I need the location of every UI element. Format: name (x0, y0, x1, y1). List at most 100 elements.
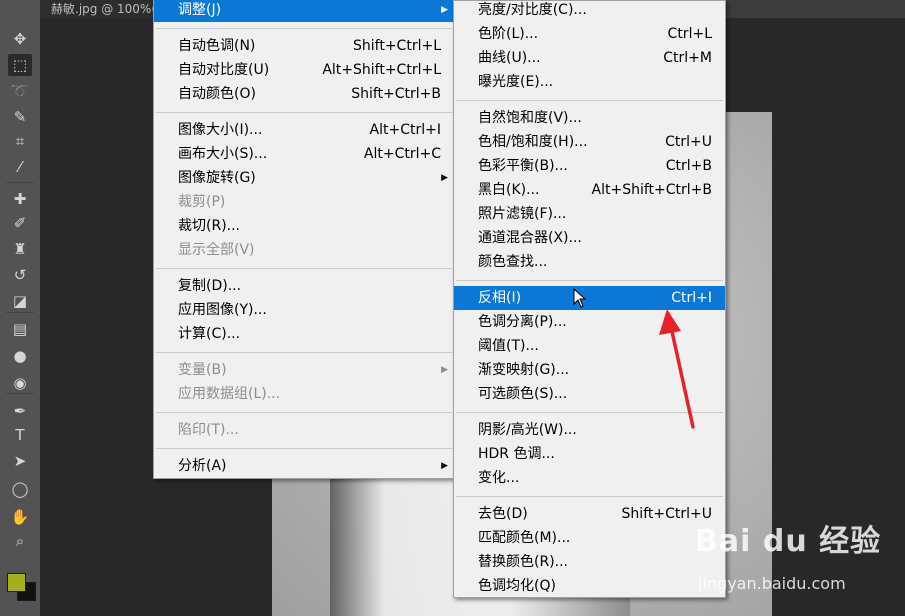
quick-select-icon[interactable]: ✎ (8, 106, 32, 128)
menu-item-label: 替换颜色(R)... (478, 554, 569, 570)
menu-item[interactable]: 裁切(R)... (154, 214, 454, 238)
menu-item-label: 色调均化(Q) (478, 578, 556, 594)
menu-item[interactable]: 画布大小(S)... Alt+Ctrl+C (154, 142, 454, 166)
lasso-icon[interactable]: ➰ (8, 80, 32, 102)
clone-stamp-icon[interactable]: ♜ (8, 238, 32, 260)
menu-item-shortcut: Shift+Ctrl+B (351, 86, 441, 102)
menu-separator (156, 412, 452, 413)
hand-icon[interactable]: ✋ (8, 506, 32, 528)
menu-item-shortcut: Ctrl+U (665, 134, 712, 150)
zoom-icon[interactable]: ⌕ (8, 530, 32, 552)
menu-item[interactable]: 通道混合器(X)... (454, 226, 725, 250)
menu-item[interactable]: HDR 色调... (454, 442, 725, 466)
menu-item[interactable]: 去色(D) Shift+Ctrl+U (454, 502, 725, 526)
menu-item[interactable]: 计算(C)... (154, 322, 454, 346)
type-icon[interactable]: T (8, 424, 32, 446)
menu-item: 陷印(T)... (154, 418, 454, 442)
dodge-icon[interactable]: ◉ (8, 372, 32, 394)
menu-item-label: 匹配颜色(M)... (478, 530, 571, 546)
ellipse-icon[interactable]: ◯ (8, 478, 32, 500)
blur-icon[interactable]: ● (8, 345, 32, 367)
healing-brush-icon[interactable]: ✚ (8, 188, 32, 210)
watermark-url: jingyan.baidu.com (698, 574, 846, 593)
menu-item[interactable]: 色调均化(Q) (454, 574, 725, 598)
menu-item-label: 画布大小(S)... (178, 146, 268, 162)
menu-separator (156, 448, 452, 449)
menu-item[interactable]: 自动对比度(U) Alt+Shift+Ctrl+L (154, 58, 454, 82)
menu-item-label: 黑白(K)... (478, 182, 540, 198)
menu-item[interactable]: 应用图像(Y)... (154, 298, 454, 322)
menu-item[interactable]: 复制(D)... (154, 274, 454, 298)
tool-divider (6, 312, 34, 313)
menu-item-label: 自动色调(N) (178, 38, 256, 54)
menu-separator (156, 28, 452, 29)
menu-item[interactable]: 自动颜色(O) Shift+Ctrl+B (154, 82, 454, 106)
menu-item-label: 图像大小(I)... (178, 122, 263, 138)
document-tab[interactable]: 赫敏.jpg @ 100%( (40, 0, 164, 18)
eraser-icon[interactable]: ◪ (8, 290, 32, 312)
menu-item[interactable]: 照片滤镜(F)... (454, 202, 725, 226)
crop-icon[interactable]: ⌗ (8, 130, 32, 152)
menu-item-shortcut: Alt+Ctrl+C (363, 146, 441, 162)
menu-item[interactable]: 曝光度(E)... (454, 70, 725, 94)
menu-item-label: 应用数据组(L)... (178, 386, 281, 402)
menu-separator (456, 100, 723, 101)
menu-item[interactable]: 颜色查找... (454, 250, 725, 274)
submenu-arrow-icon: ▶ (441, 461, 448, 471)
menu-separator (156, 268, 452, 269)
eyedropper-icon[interactable]: ⁄ (8, 156, 32, 178)
submenu-arrow-icon: ▶ (441, 365, 448, 375)
adjustments-submenu: 亮度/对比度(C)... 色阶(L)... Ctrl+L 曲线(U)... Ctrl+M… (453, 0, 726, 598)
menu-item-label: 应用图像(Y)... (178, 302, 267, 318)
menu-item-label: 变化... (478, 470, 520, 486)
menu-item[interactable]: 亮度/对比度(C)... (454, 0, 725, 22)
menu-item-shortcut: Shift+Ctrl+L (353, 38, 441, 54)
path-select-icon[interactable]: ➤ (8, 450, 32, 472)
menu-item-shortcut: Alt+Ctrl+I (369, 122, 441, 138)
menu-item: 显示全部(V) (154, 238, 454, 262)
menu-item[interactable]: 图像旋转(G) ▶ (154, 166, 454, 190)
menu-item-label: 自然饱和度(V)... (478, 110, 582, 126)
menu-item-label: 裁剪(P) (178, 194, 226, 210)
menu-item[interactable]: 黑白(K)... Alt+Shift+Ctrl+B (454, 178, 725, 202)
menu-item[interactable]: 匹配颜色(M)... (454, 526, 725, 550)
menu-item[interactable]: 自然饱和度(V)... (454, 106, 725, 130)
menu-item[interactable]: 替换颜色(R)... (454, 550, 725, 574)
menu-item-label: 反相(I) (478, 290, 522, 306)
menu-item-label: 自动颜色(O) (178, 86, 256, 102)
menu-item[interactable]: 色彩平衡(B)... Ctrl+B (454, 154, 725, 178)
menu-item-shortcut: Ctrl+M (663, 50, 712, 66)
menu-item[interactable]: 自动色调(N) Shift+Ctrl+L (154, 34, 454, 58)
menu-item[interactable]: 变化... (454, 466, 725, 490)
submenu-arrow-icon: ▶ (441, 173, 448, 183)
menu-item-label: 色阶(L)... (478, 26, 539, 42)
move-icon[interactable]: ✥ (8, 28, 32, 50)
menu-item[interactable]: 曲线(U)... Ctrl+M (454, 46, 725, 70)
menu-separator (156, 112, 452, 113)
foreground-color-swatch[interactable] (7, 573, 26, 592)
history-brush-icon[interactable]: ↺ (8, 264, 32, 286)
menu-item: 裁剪(P) (154, 190, 454, 214)
menu-item-shortcut: Ctrl+L (667, 26, 712, 42)
marquee-icon[interactable]: ⬚ (8, 54, 32, 76)
menu-item[interactable]: 分析(A) ▶ (154, 454, 454, 478)
gradient-icon[interactable]: ▤ (8, 318, 32, 340)
menu-item[interactable]: 调整(J) ▶ (154, 0, 454, 22)
menu-item-label: 裁切(R)... (178, 218, 241, 234)
menu-item[interactable]: 图像大小(I)... Alt+Ctrl+I (154, 118, 454, 142)
menu-item-label: 显示全部(V) (178, 242, 255, 258)
menu-item[interactable]: 色相/饱和度(H)... Ctrl+U (454, 130, 725, 154)
menu-item[interactable]: 色阶(L)... Ctrl+L (454, 22, 725, 46)
menu-item-label: 亮度/对比度(C)... (478, 2, 587, 18)
annotation-arrow (659, 309, 695, 429)
menu-item-label: 色调分离(P)... (478, 314, 567, 330)
brush-icon[interactable]: ✐ (8, 212, 32, 234)
menu-item-label: 颜色查找... (478, 254, 548, 270)
menu-item-label: 通道混合器(X)... (478, 230, 582, 246)
menu-item-label: 阈值(T)... (478, 338, 539, 354)
menu-item-label: 变量(B) (178, 362, 227, 378)
pen-icon[interactable]: ✒ (8, 400, 32, 422)
menu-item-label: 照片滤镜(F)... (478, 206, 567, 222)
menu-item-shortcut: Ctrl+B (665, 158, 712, 174)
menu-separator (456, 280, 723, 281)
